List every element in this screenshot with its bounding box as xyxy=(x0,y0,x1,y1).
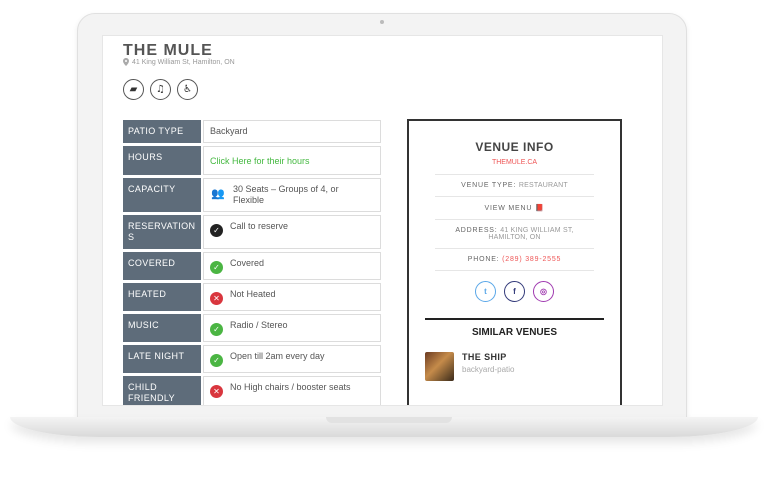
detail-value: ✓ Covered xyxy=(203,252,381,280)
hours-link[interactable]: Click Here for their hours xyxy=(203,146,381,175)
detail-value: ✓ Radio / Stereo xyxy=(203,314,381,342)
similar-venue-name: THE SHIP xyxy=(462,352,507,362)
detail-label: COVERED xyxy=(123,252,201,280)
similar-venues-heading: SIMILAR VENUES xyxy=(425,318,604,338)
address-line: ADDRESS: 41 KING WILLIAM ST, HAMILTON, O… xyxy=(435,219,594,248)
detail-value: 👥 30 Seats – Groups of 4, or Flexible xyxy=(203,178,381,212)
venue-info-card: VENUE INFO THEMULE.CA VENUE TYPE: RESTAU… xyxy=(407,119,622,405)
similar-venue-item[interactable]: THE SHIP backyard-patio xyxy=(425,352,604,381)
instagram-icon[interactable]: ◎ xyxy=(533,281,554,302)
detail-label: HOURS xyxy=(123,146,201,175)
address-text: 41 King William St, Hamilton, ON xyxy=(132,58,235,66)
venue-type-label: VENUE TYPE: xyxy=(461,182,517,189)
social-divider xyxy=(435,270,594,271)
detail-label: MUSIC xyxy=(123,314,201,342)
phone-label: PHONE: xyxy=(467,256,500,263)
venue-type-line: VENUE TYPE: RESTAURANT xyxy=(435,174,594,196)
detail-row-hours: HOURS Click Here for their hours xyxy=(123,146,381,175)
heated-text: Not Heated xyxy=(230,289,276,299)
detail-value: ✕ No High chairs / booster seats xyxy=(203,376,381,405)
detail-value: ✓ Open till 2am every day xyxy=(203,345,381,373)
detail-value: ✕ Not Heated xyxy=(203,283,381,311)
reservation-text: Call to reserve xyxy=(230,221,289,231)
view-menu-label: VIEW MENU xyxy=(484,205,533,212)
detail-label: HEATED xyxy=(123,283,201,311)
similar-venue-type: backyard-patio xyxy=(462,365,515,374)
detail-label: LATE NIGHT xyxy=(123,345,201,373)
detail-row-late-night: LATE NIGHT ✓ Open till 2am every day xyxy=(123,345,381,373)
covered-text: Covered xyxy=(230,258,265,268)
detail-label: CHILD FRIENDLY xyxy=(123,376,201,405)
detail-label: PATIO TYPE xyxy=(123,120,201,143)
venue-address: 41 King William St, Hamilton, ON xyxy=(123,58,235,66)
check-icon: ✓ xyxy=(210,323,223,336)
laptop-base xyxy=(10,417,758,437)
facebook-icon[interactable]: f xyxy=(504,281,525,302)
card-title: VENUE INFO xyxy=(475,140,554,154)
detail-row-music: MUSIC ✓ Radio / Stereo xyxy=(123,314,381,342)
detail-row-covered: COVERED ✓ Covered xyxy=(123,252,381,280)
detail-row-child-friendly: CHILD FRIENDLY ✕ No High chairs / booste… xyxy=(123,376,381,405)
patio-icon[interactable]: ▰ xyxy=(123,79,144,100)
details-table: PATIO TYPE Backyard HOURS Click Here for… xyxy=(123,120,381,405)
detail-row-capacity: CAPACITY 👥 30 Seats – Groups of 4, or Fl… xyxy=(123,178,381,212)
child-friendly-text: No High chairs / booster seats xyxy=(230,382,351,392)
detail-value: Backyard xyxy=(203,120,381,143)
late-night-text: Open till 2am every day xyxy=(230,351,325,361)
social-links: t f ◎ xyxy=(409,281,620,302)
check-icon: ✓ xyxy=(210,354,223,367)
check-dark-icon: ✓ xyxy=(210,224,223,237)
detail-row-heated: HEATED ✕ Not Heated xyxy=(123,283,381,311)
music-text: Radio / Stereo xyxy=(230,320,288,330)
map-pin-icon xyxy=(123,58,129,66)
book-icon: 📕 xyxy=(534,204,545,212)
laptop-hinge xyxy=(326,417,452,423)
address-label: ADDRESS: xyxy=(455,227,498,234)
detail-row-reservations: RESERVATIONS ✓ Call to reserve xyxy=(123,215,381,249)
venue-thumbnail xyxy=(425,352,454,381)
detail-row-patio-type: PATIO TYPE Backyard xyxy=(123,120,381,143)
camera xyxy=(380,20,384,24)
website-link[interactable]: THEMULE.CA xyxy=(409,159,620,166)
cross-icon: ✕ xyxy=(210,385,223,398)
phone-line: PHONE: (289) 389-2555 xyxy=(435,248,594,270)
check-icon: ✓ xyxy=(210,261,223,274)
detail-label: RESERVATIONS xyxy=(123,215,201,249)
music-note-icon[interactable]: ♫ xyxy=(150,79,171,100)
venue-type-value: RESTAURANT xyxy=(518,182,568,189)
twitter-icon[interactable]: t xyxy=(475,281,496,302)
detail-label: CAPACITY xyxy=(123,178,201,212)
cross-icon: ✕ xyxy=(210,292,223,305)
wheelchair-icon[interactable]: ♿ xyxy=(177,79,198,100)
address-value: 41 KING WILLIAM ST, HAMILTON, ON xyxy=(488,227,574,241)
screen: THE MULE 41 King William St, Hamilton, O… xyxy=(102,35,663,406)
amenity-icons: ▰ ♫ ♿ xyxy=(123,79,198,100)
people-icon: 👥 xyxy=(211,187,225,200)
phone-value[interactable]: (289) 389-2555 xyxy=(502,256,561,263)
view-menu-link[interactable]: VIEW MENU 📕 xyxy=(435,196,594,219)
detail-value: ✓ Call to reserve xyxy=(203,215,381,249)
capacity-text: 30 Seats – Groups of 4, or Flexible xyxy=(233,184,339,205)
